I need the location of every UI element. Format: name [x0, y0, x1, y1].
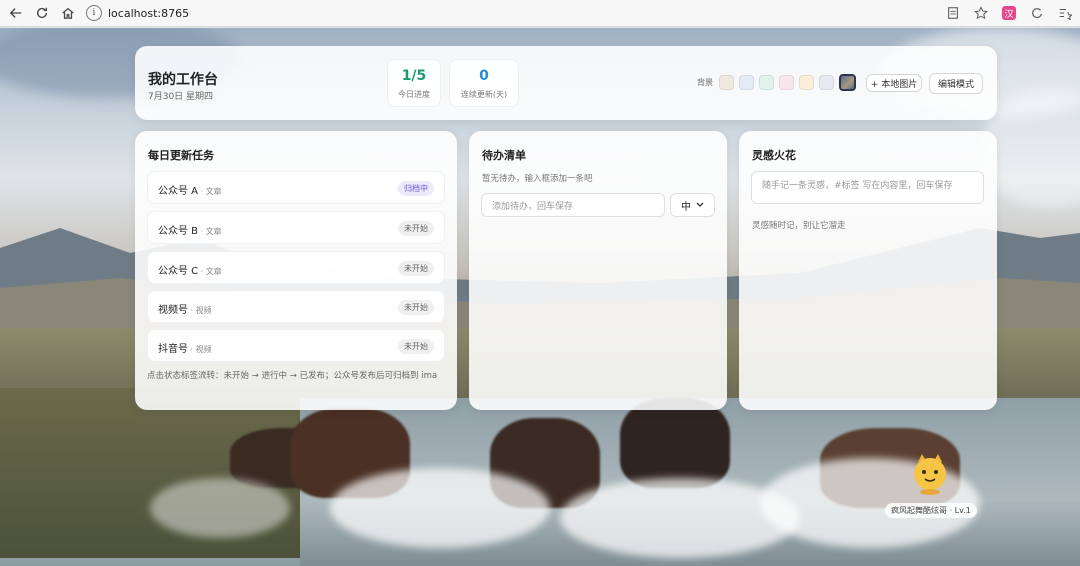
task-row: 抖音号 · 视频 未开始 — [147, 329, 445, 362]
progress-value: 1/5 — [401, 68, 427, 84]
todo-empty-text: 暂无待办，输入框添加一条吧 — [482, 174, 593, 184]
extension-icon[interactable]: 汉 — [1000, 4, 1018, 22]
chevron-down-icon — [696, 202, 704, 207]
local-image-button[interactable]: + 本地图片 — [866, 74, 922, 92]
task-name: 抖音号 · 视频 — [158, 344, 212, 355]
priority-value: 中 — [681, 201, 691, 213]
favorites-list-icon[interactable] — [1056, 4, 1074, 22]
address-bar[interactable]: i localhost:8765 — [86, 3, 189, 23]
status-badge[interactable]: 未开始 — [398, 339, 434, 354]
task-name: 公众号 A · 文章 — [158, 186, 222, 197]
swatch-lavender[interactable] — [819, 75, 834, 90]
site-info-icon[interactable]: i — [86, 5, 102, 21]
streak-stat: 0 连续更新(天) — [449, 59, 519, 107]
background-picker: 背景 — [697, 74, 861, 91]
daily-tasks-title: 每日更新任务 — [148, 149, 214, 162]
mascot-label: 疯风起舞酷炫哥 · Lv.1 — [885, 503, 977, 518]
background-label: 背景 — [697, 78, 713, 87]
url-text[interactable]: localhost:8765 — [108, 7, 189, 20]
status-badge[interactable]: 归档中 — [398, 181, 434, 196]
status-badge[interactable]: 未开始 — [398, 221, 434, 236]
back-arrow-icon[interactable] — [6, 3, 26, 23]
swatch-peach[interactable] — [799, 75, 814, 90]
header-panel: 我的工作台 7月30日 星期四 1/5 今日进度 0 连续更新(天) 背景 + … — [135, 46, 997, 120]
favorite-star-icon[interactable] — [972, 4, 990, 22]
priority-select[interactable]: 中 — [670, 193, 715, 217]
edit-mode-button[interactable]: 编辑模式 — [929, 73, 983, 94]
todo-title: 待办清单 — [482, 149, 526, 162]
task-name: 公众号 C · 文章 — [158, 266, 222, 277]
ideas-title: 灵感火花 — [752, 149, 796, 162]
mascot-avatar-icon[interactable] — [910, 452, 950, 496]
idea-input[interactable]: 随手记一条灵感，#标签 写在内容里，回车保存 — [751, 171, 984, 204]
page-title: 我的工作台 — [148, 72, 218, 88]
task-row: 公众号 B · 文章 未开始 — [147, 211, 445, 244]
progress-label: 今日进度 — [398, 90, 430, 99]
date-label: 7月30日 星期四 — [148, 92, 214, 102]
swatch-pink[interactable] — [779, 75, 794, 90]
status-flow-hint: 点击状态标签流转：未开始 → 进行中 → 已发布；公众号发布后可归档到 ima — [147, 371, 438, 381]
task-name: 公众号 B · 文章 — [158, 226, 222, 237]
swatch-image-selected[interactable] — [839, 74, 856, 91]
sync-icon[interactable] — [1028, 4, 1046, 22]
reader-mode-icon[interactable] — [944, 4, 962, 22]
ideas-card: 灵感火花 随手记一条灵感，#标签 写在内容里，回车保存 灵感随时记，别让它溜走 — [739, 131, 997, 410]
task-row: 公众号 C · 文章 未开始 — [147, 251, 445, 284]
home-icon[interactable] — [58, 3, 78, 23]
task-row: 公众号 A · 文章 归档中 — [147, 171, 445, 204]
todo-input[interactable]: 添加待办，回车保存 — [481, 193, 665, 217]
reload-icon[interactable] — [32, 3, 52, 23]
ideas-empty-text: 灵感随时记，别让它溜走 — [752, 221, 846, 231]
task-name: 视频号 · 视频 — [158, 305, 212, 316]
todo-card: 待办清单 暂无待办，输入框添加一条吧 添加待办，回车保存 中 — [469, 131, 727, 410]
streak-label: 连续更新(天) — [460, 90, 508, 99]
swatch-blue[interactable] — [739, 75, 754, 90]
daily-tasks-card: 每日更新任务 公众号 A · 文章 归档中 公众号 B · 文章 未开始 公众号… — [135, 131, 457, 410]
browser-toolbar: i localhost:8765 汉 — [0, 0, 1080, 27]
status-badge[interactable]: 未开始 — [398, 300, 434, 315]
streak-value: 0 — [479, 68, 489, 84]
swatch-beige[interactable] — [719, 75, 734, 90]
swatch-green[interactable] — [759, 75, 774, 90]
progress-stat: 1/5 今日进度 — [387, 59, 441, 107]
task-row: 视频号 · 视频 未开始 — [147, 290, 445, 323]
status-badge[interactable]: 未开始 — [398, 261, 434, 276]
